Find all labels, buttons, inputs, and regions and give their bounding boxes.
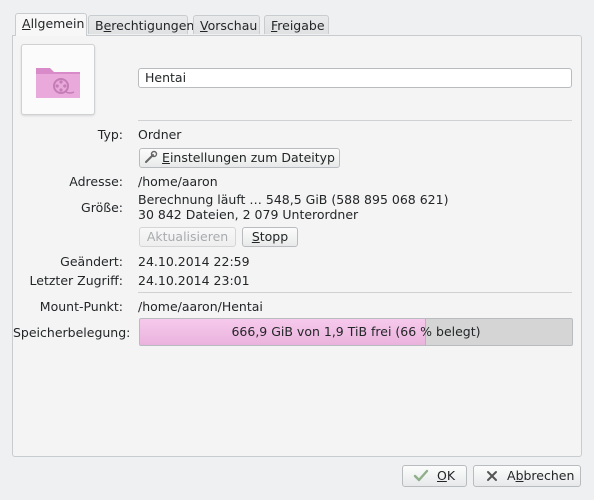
type-label: Typ: — [97, 127, 123, 142]
address-label: Adresse: — [69, 174, 123, 189]
accessed-value: 24.10.2014 23:01 — [138, 273, 250, 288]
ok-button[interactable]: OK — [402, 465, 467, 487]
separator — [138, 120, 572, 121]
size-line2: 30 842 Dateien, 2 079 Unterordner — [138, 207, 359, 222]
address-value: /home/aaron — [138, 174, 218, 189]
size-line1: Berechnung läuft … 548,5 GiB (588 895 06… — [138, 192, 449, 207]
mount-value: /home/aaron/Hentai — [138, 299, 263, 314]
tab-vorschau[interactable]: Vorschau — [193, 15, 260, 34]
tab-freigabe[interactable]: Freigabe — [264, 15, 329, 34]
usage-bar: 666,9 GiB von 1,9 TiB frei (66 % belegt) — [139, 318, 573, 346]
folder-video-icon — [36, 68, 80, 98]
mount-label: Mount-Punkt: — [39, 299, 123, 314]
modified-value: 24.10.2014 22:59 — [138, 254, 250, 269]
tab-berechtigungen[interactable]: Berechtigungen — [88, 15, 194, 34]
usage-text: 666,9 GiB von 1,9 TiB frei (66 % belegt) — [231, 324, 481, 339]
cancel-button[interactable]: Abbrechen — [473, 465, 581, 487]
tab-allgemein[interactable]: Allgemein — [15, 13, 87, 36]
folder-icon-button[interactable] — [21, 44, 95, 115]
wrench-icon — [145, 150, 158, 163]
general-panel: Hentai Typ: Ordner Einstellungen zum Dat… — [12, 35, 582, 457]
usage-label: Speicherbelegung: — [13, 325, 131, 340]
x-icon — [487, 471, 497, 481]
separator — [138, 292, 572, 293]
file-type-settings-button[interactable]: Einstellungen zum Dateityp — [139, 148, 340, 168]
check-icon — [413, 469, 429, 482]
stop-button[interactable]: Stopp — [242, 227, 298, 247]
size-label: Größe: — [81, 200, 123, 215]
accessed-label: Letzter Zugriff: — [29, 273, 123, 288]
type-value: Ordner — [138, 127, 182, 142]
modified-label: Geändert: — [60, 254, 123, 269]
name-input[interactable]: Hentai — [138, 68, 572, 88]
refresh-button[interactable]: Aktualisieren — [139, 227, 236, 247]
